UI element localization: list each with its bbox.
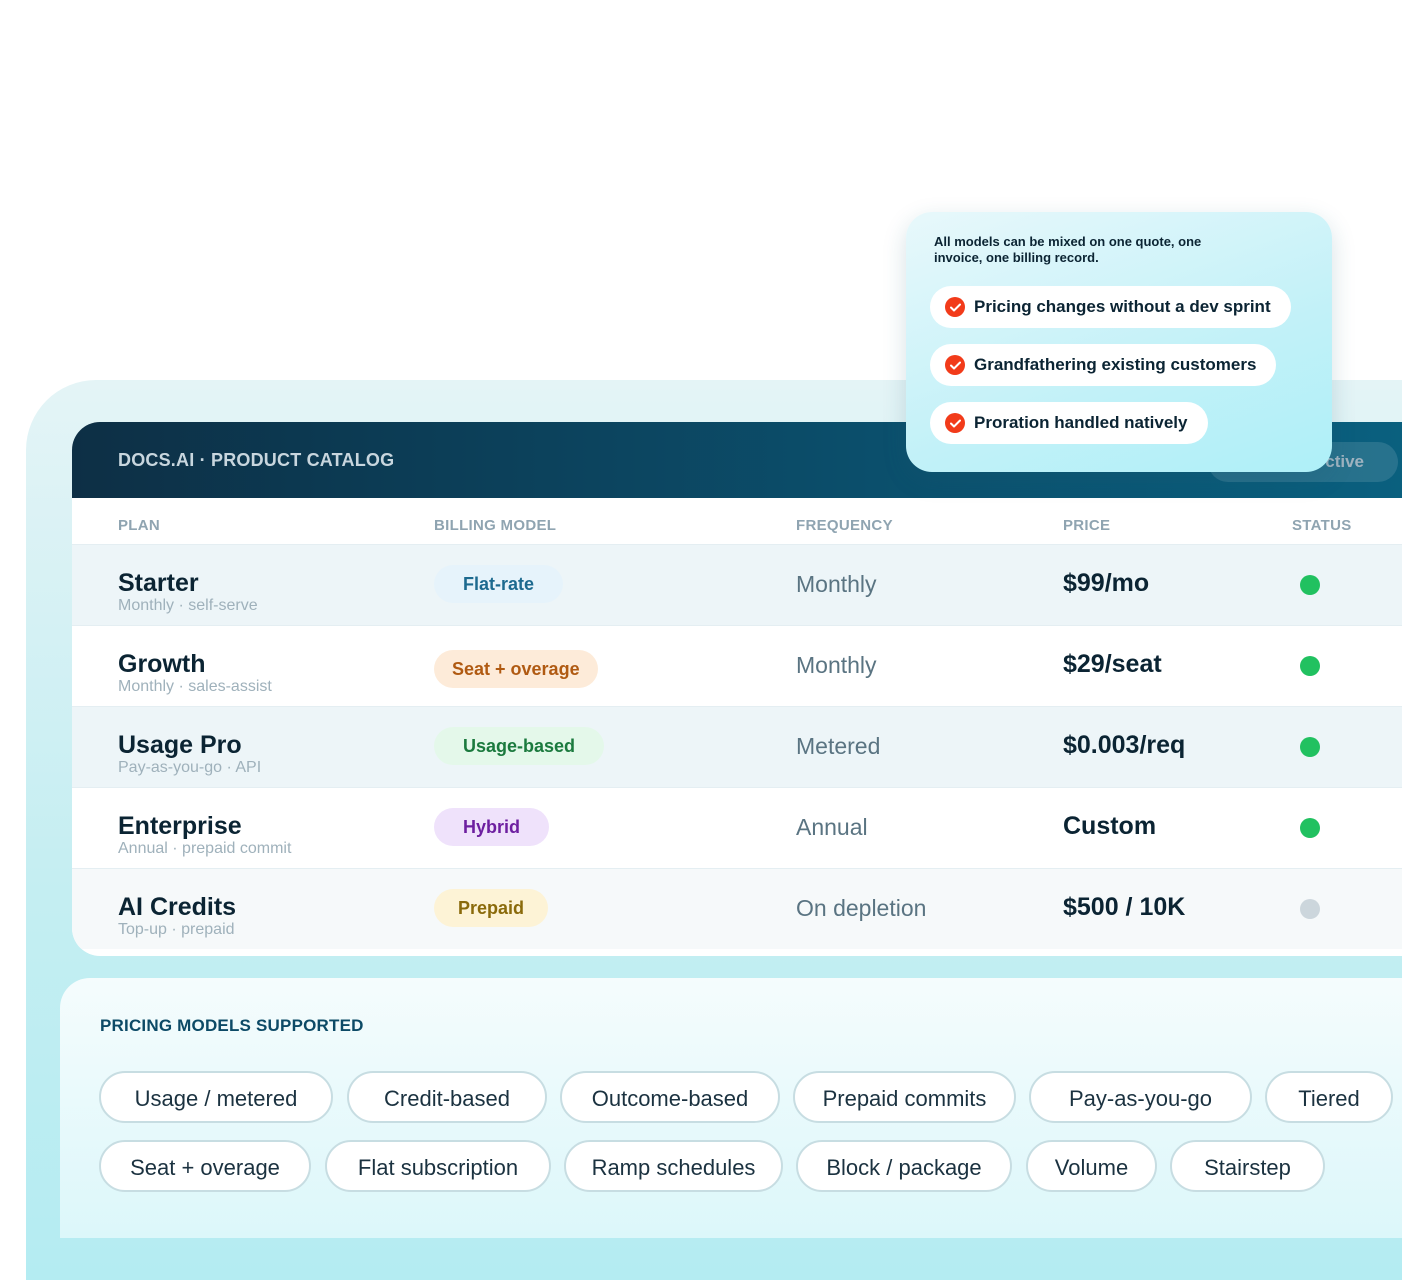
frequency-value: Monthly	[796, 571, 877, 597]
table-row[interactable]: AI Credits Top-up · prepaid Prepaid On d…	[72, 868, 1402, 949]
check-circle-icon	[945, 355, 965, 375]
billing-model-badge: Seat + overage	[434, 650, 598, 688]
column-header-frequency: FREQUENCY	[796, 517, 893, 534]
status-dot-inactive	[1300, 899, 1320, 919]
price-value: Custom	[1063, 812, 1157, 840]
plan-subtitle: Top-up · prepaid	[118, 921, 235, 938]
price-value: $99/mo	[1063, 569, 1150, 597]
billing-model-badge: Usage-based	[434, 727, 605, 765]
model-chip-seat-overage[interactable]: Seat + overage	[99, 1140, 311, 1192]
model-chip-block-package[interactable]: Block / package	[796, 1140, 1012, 1192]
pricing-models-panel: PRICING MODELS SUPPORTED Usage / metered…	[60, 978, 1402, 1238]
plan-name: Usage Pro	[118, 731, 242, 759]
table-row[interactable]: Starter Monthly · self-serve Flat-rate M…	[72, 544, 1402, 625]
billing-model-badge: Prepaid	[434, 889, 549, 927]
price-value: $500 / 10K	[1063, 893, 1186, 921]
column-header-plan: PLAN	[118, 517, 161, 534]
column-header-status: STATUS	[1292, 517, 1352, 534]
billing-model-badge: Flat-rate	[434, 565, 564, 603]
billing-model-badge: Hybrid	[434, 808, 550, 846]
model-chip-stairstep[interactable]: Stairstep	[1170, 1140, 1325, 1192]
model-chip-volume[interactable]: Volume	[1026, 1140, 1157, 1192]
price-value: $29/seat	[1063, 650, 1162, 678]
callout-text: All models can be mixed on one quote, on…	[934, 234, 1202, 265]
model-chip-tiered[interactable]: Tiered	[1265, 1071, 1393, 1123]
product-catalog: DOCS.AI · PRODUCT CATALOG ctive PLAN BIL…	[72, 422, 1402, 956]
table-header: PLAN BILLING MODEL FREQUENCY PRICE STATU…	[72, 498, 1402, 544]
callout-item-label: Pricing changes without a dev sprint	[974, 297, 1271, 316]
table-row[interactable]: Enterprise Annual · prepaid commit Hybri…	[72, 787, 1402, 868]
status-dot-active	[1300, 818, 1320, 838]
check-circle-icon	[945, 297, 965, 317]
model-chip-prepaid-commits[interactable]: Prepaid commits	[793, 1071, 1016, 1123]
price-value: $0.003/req	[1063, 731, 1186, 759]
plan-subtitle: Monthly · self-serve	[118, 597, 258, 614]
check-circle-icon	[945, 413, 965, 433]
frequency-value: Metered	[796, 733, 881, 759]
frequency-value: On depletion	[796, 895, 927, 921]
model-chip-credit-based[interactable]: Credit-based	[347, 1071, 547, 1123]
mixing-callout-card: All models can be mixed on one quote, on…	[906, 212, 1332, 472]
callout-item-label: Grandfathering existing customers	[974, 355, 1257, 374]
callout-item: Grandfathering existing customers	[930, 344, 1277, 386]
plan-subtitle: Monthly · sales-assist	[118, 678, 272, 695]
plan-name: Growth	[118, 650, 206, 678]
callout-item: Pricing changes without a dev sprint	[930, 286, 1291, 328]
column-header-price: PRICE	[1063, 517, 1111, 534]
model-chip-ramp-schedules[interactable]: Ramp schedules	[564, 1140, 783, 1192]
model-chip-pay-as-you-go[interactable]: Pay-as-you-go	[1029, 1071, 1252, 1123]
plan-name: AI Credits	[118, 893, 237, 921]
plan-name: Starter	[118, 569, 199, 597]
plan-subtitle: Annual · prepaid commit	[118, 840, 292, 857]
status-dot-active	[1300, 656, 1320, 676]
callout-item: Proration handled natively	[930, 402, 1208, 444]
callout-item-label: Proration handled natively	[974, 413, 1188, 432]
status-dot-active	[1300, 737, 1320, 757]
catalog-title: DOCS.AI · PRODUCT CATALOG	[118, 449, 395, 470]
plan-subtitle: Pay-as-you-go · API	[118, 759, 262, 776]
status-dot-active	[1300, 575, 1320, 595]
frequency-value: Annual	[796, 814, 868, 840]
model-chip-outcome-based[interactable]: Outcome-based	[560, 1071, 780, 1123]
frequency-value: Monthly	[796, 652, 877, 678]
column-header-billing-model: BILLING MODEL	[434, 517, 557, 534]
pricing-models-title: PRICING MODELS SUPPORTED	[100, 1016, 364, 1035]
model-chip-usage-metered[interactable]: Usage / metered	[99, 1071, 333, 1123]
table-row[interactable]: Usage Pro Pay-as-you-go · API Usage-base…	[72, 706, 1402, 787]
plan-name: Enterprise	[118, 812, 242, 840]
model-chip-flat-subscription[interactable]: Flat subscription	[325, 1140, 551, 1192]
table-row[interactable]: Growth Monthly · sales-assist Seat + ove…	[72, 625, 1402, 706]
